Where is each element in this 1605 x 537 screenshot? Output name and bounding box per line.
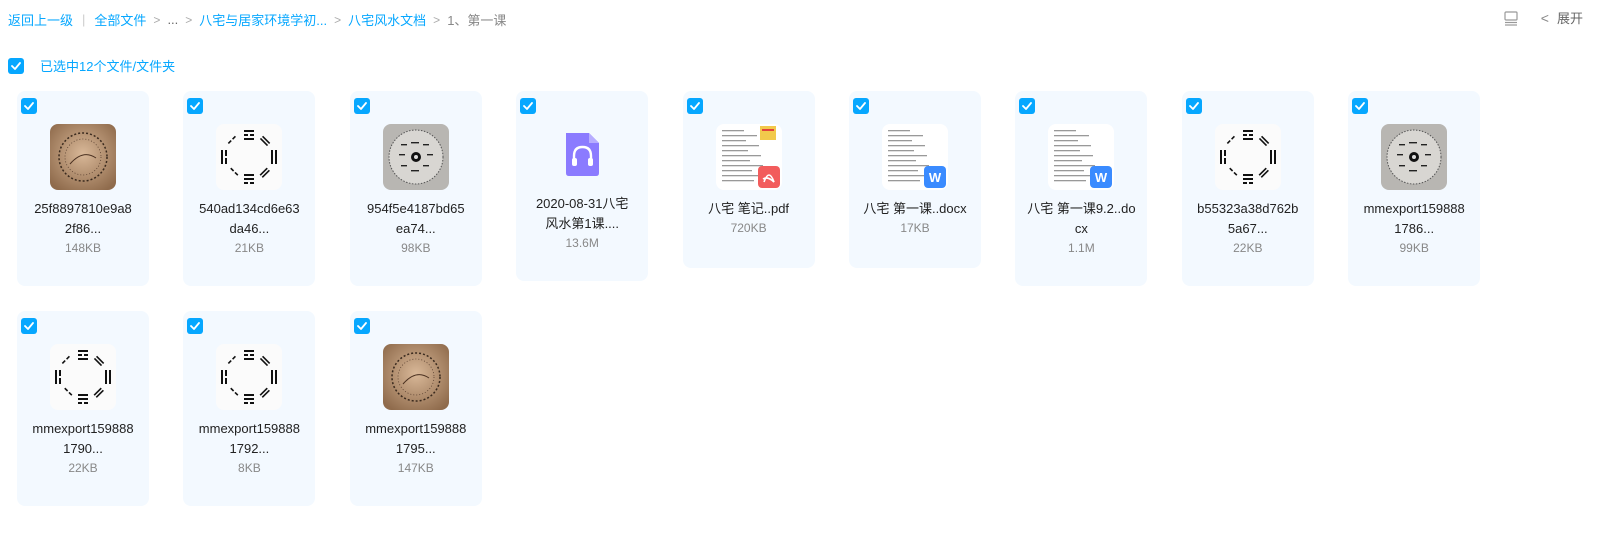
file-card[interactable]: 954f5e4187bd65 ea74... 98KB: [349, 91, 482, 286]
file-card[interactable]: mmexport159888 1792... 8KB: [183, 311, 316, 506]
file-name[interactable]: 25f8897810e9a8: [23, 199, 143, 219]
file-card[interactable]: 八宅 笔记..pdf 720KB: [682, 91, 815, 268]
file-size: 98KB: [401, 241, 431, 255]
select-all-checkbox[interactable]: [8, 57, 24, 74]
svg-text:W: W: [929, 170, 942, 185]
image-thumbnail: [216, 124, 283, 190]
file-card[interactable]: 25f8897810e9a8 2f86... 148KB: [17, 91, 149, 286]
file-checkbox[interactable]: [1019, 98, 1036, 114]
file-name[interactable]: 954f5e4187bd65: [356, 199, 476, 219]
file-checkbox[interactable]: [21, 98, 37, 114]
breadcrumb-current: 1、第一课: [447, 13, 507, 28]
file-name-continued[interactable]: 1792...: [189, 439, 309, 459]
file-size: 13.6M: [565, 236, 599, 250]
file-checkbox[interactable]: [187, 318, 204, 334]
file-checkbox[interactable]: [187, 98, 204, 114]
file-card[interactable]: b55323a38d762b 5a67... 22KB: [1181, 91, 1314, 286]
file-checkbox[interactable]: [686, 98, 703, 114]
file-checkbox[interactable]: [1185, 98, 1202, 114]
image-thumbnail: [216, 344, 283, 410]
file-name[interactable]: b55323a38d762b: [1188, 199, 1308, 219]
breadcrumb-ellipsis[interactable]: ...: [167, 12, 178, 27]
file-card[interactable]: mmexport159888 1786... 99KB: [1348, 91, 1481, 286]
file-checkbox[interactable]: [353, 318, 370, 334]
image-thumbnail: [1214, 124, 1281, 190]
file-name[interactable]: 八宅 笔记..pdf: [689, 199, 809, 219]
file-size: 22KB: [1233, 241, 1263, 255]
file-card[interactable]: mmexport159888 1790... 22KB: [17, 311, 149, 506]
file-name[interactable]: 八宅 第一课9.2..do: [1021, 199, 1141, 219]
top-bar: 返回上一级 | 全部文件 > ... > 八宅与居家环境学初... > 八宅风水…: [0, 0, 1605, 36]
file-checkbox[interactable]: [353, 98, 370, 114]
file-name-continued[interactable]: 风水第1课....: [522, 214, 642, 234]
list-view-icon[interactable]: [1503, 10, 1519, 26]
breadcrumb: 返回上一级 | 全部文件 > ... > 八宅与居家环境学初... > 八宅风水…: [8, 10, 506, 29]
file-checkbox[interactable]: [21, 318, 37, 334]
breadcrumb-folder-2[interactable]: 八宅风水文档: [348, 10, 426, 29]
file-size: 148KB: [64, 241, 102, 255]
image-thumbnail: [382, 344, 449, 410]
file-card[interactable]: 540ad134cd6e63 da46... 21KB: [183, 91, 316, 286]
chevron-right-icon: >: [334, 12, 342, 27]
file-card[interactable]: W 八宅 第一课..docx 17KB: [849, 91, 981, 268]
file-name[interactable]: 2020-08-31八宅: [522, 194, 642, 214]
file-name[interactable]: 八宅 第一课..docx: [855, 199, 975, 219]
file-size: 8KB: [238, 461, 261, 475]
word-file-icon: W: [882, 124, 948, 190]
file-name-continued[interactable]: 1795...: [356, 439, 476, 459]
breadcrumb-divider: |: [82, 12, 86, 27]
file-name[interactable]: 540ad134cd6e63: [189, 199, 309, 219]
file-size: 99KB: [1399, 241, 1429, 255]
file-size: 17KB: [900, 221, 930, 235]
audio-file-icon: [549, 121, 615, 187]
selection-count: 已选中12个文件/文件夹: [40, 59, 176, 74]
file-size: 1.1M: [1068, 241, 1095, 255]
file-size: 21KB: [234, 241, 265, 255]
file-name-continued[interactable]: 1790...: [23, 439, 143, 459]
file-name-continued[interactable]: 5a67...: [1188, 219, 1308, 239]
file-card[interactable]: 2020-08-31八宅 风水第1课.... 13.6M: [516, 91, 649, 281]
file-name[interactable]: mmexport159888: [189, 419, 309, 439]
chevron-left-icon: <: [1540, 9, 1549, 26]
file-checkbox[interactable]: [1352, 98, 1369, 114]
image-thumbnail: [382, 124, 449, 190]
file-name[interactable]: mmexport159888: [1354, 199, 1474, 219]
file-card[interactable]: W 八宅 第一课9.2..do cx 1.1M: [1015, 91, 1148, 286]
selection-bar: 已选中12个文件/文件夹: [8, 56, 175, 75]
file-name-continued[interactable]: 2f86...: [23, 219, 143, 239]
word-file-icon: W: [1048, 124, 1115, 190]
chevron-right-icon: >: [153, 12, 161, 27]
chevron-right-icon: >: [185, 12, 193, 27]
breadcrumb-folder-1[interactable]: 八宅与居家环境学初...: [199, 10, 327, 29]
image-thumbnail: [1381, 124, 1448, 190]
file-size: 720KB: [730, 221, 767, 235]
pdf-file-icon: [715, 124, 782, 190]
file-size: 22KB: [68, 461, 98, 475]
file-name-continued[interactable]: 1786...: [1354, 219, 1474, 239]
right-toolbar: < 展开: [1503, 8, 1583, 27]
expand-button[interactable]: < 展开: [1541, 8, 1583, 27]
file-checkbox[interactable]: [520, 98, 537, 114]
image-thumbnail: [50, 344, 116, 410]
breadcrumb-all-files[interactable]: 全部文件: [94, 10, 146, 29]
file-name-continued[interactable]: ea74...: [356, 219, 476, 239]
chevron-right-icon: >: [433, 12, 441, 27]
svg-text:W: W: [1095, 170, 1108, 185]
file-checkbox[interactable]: [853, 98, 869, 114]
file-name[interactable]: mmexport159888: [356, 419, 476, 439]
file-name-continued[interactable]: cx: [1021, 219, 1141, 239]
file-size: 147KB: [397, 461, 434, 475]
file-name-continued[interactable]: da46...: [189, 219, 309, 239]
file-name[interactable]: mmexport159888: [23, 419, 143, 439]
back-link[interactable]: 返回上一级: [8, 10, 73, 29]
image-thumbnail: [50, 124, 116, 190]
file-card[interactable]: mmexport159888 1795... 147KB: [349, 311, 482, 506]
expand-label: 展开: [1556, 11, 1583, 26]
